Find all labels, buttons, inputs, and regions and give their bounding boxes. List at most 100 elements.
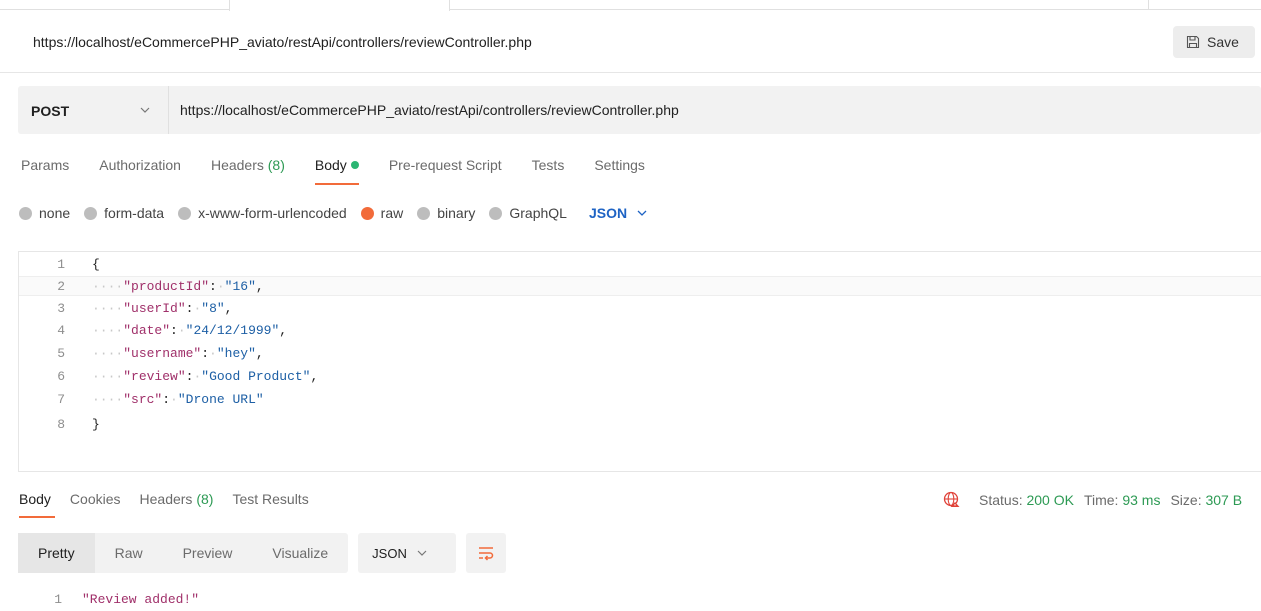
json-key: "src" bbox=[123, 392, 163, 407]
save-button[interactable]: Save bbox=[1173, 26, 1255, 58]
line-number: 2 bbox=[57, 279, 65, 294]
line-number: 5 bbox=[57, 346, 65, 361]
response-tabs: Body Cookies Headers (8) Test Results bbox=[19, 491, 328, 518]
json-value: "hey" bbox=[216, 346, 256, 361]
line-number: 8 bbox=[57, 417, 65, 432]
response-toolbar: Pretty Raw Preview Visualize JSON bbox=[18, 533, 507, 573]
status-label: Status: bbox=[979, 492, 1023, 508]
response-status: Status: 200 OK Time: 93 ms Size: 307 B bbox=[943, 491, 1252, 509]
response-tab-body[interactable]: Body bbox=[19, 491, 55, 518]
tab-settings[interactable]: Settings bbox=[594, 157, 645, 173]
line-number: 1 bbox=[57, 257, 65, 272]
raw-format-select[interactable]: JSON bbox=[589, 205, 647, 221]
chevron-down-icon bbox=[417, 550, 427, 556]
radio-graphql[interactable]: GraphQL bbox=[489, 205, 567, 221]
code-line: 3 ····"userId":·"8", bbox=[19, 299, 1261, 319]
chevron-down-icon[interactable] bbox=[140, 106, 150, 114]
raw-format-label: JSON bbox=[588, 205, 628, 221]
response-tab-cookies[interactable]: Cookies bbox=[70, 491, 121, 507]
code-open-brace: { bbox=[92, 257, 100, 272]
request-name[interactable]: https://localhost/eCommercePHP_aviato/re… bbox=[33, 34, 532, 50]
radio-circle bbox=[489, 206, 503, 220]
save-button-label: Save bbox=[1207, 34, 1239, 50]
url-bar: POST https://localhost/eCommercePHP_avia… bbox=[18, 86, 1261, 134]
json-key: "date" bbox=[123, 323, 171, 338]
radio-circle bbox=[417, 206, 431, 220]
save-icon bbox=[1186, 35, 1200, 49]
radio-form-data-label: form-data bbox=[104, 205, 165, 221]
radio-binary[interactable]: binary bbox=[417, 205, 475, 221]
status-code: Status: 200 OK bbox=[979, 492, 1074, 508]
code-line: 1 { bbox=[19, 255, 1261, 275]
network-globe-icon[interactable] bbox=[943, 491, 961, 509]
status-value: 200 OK bbox=[1026, 492, 1074, 508]
wrap-lines-icon bbox=[479, 547, 494, 561]
radio-raw-label: raw bbox=[380, 205, 404, 221]
tab-pre-request-script[interactable]: Pre-request Script bbox=[389, 157, 502, 173]
radio-circle bbox=[84, 206, 98, 220]
radio-circle bbox=[19, 206, 32, 220]
line-number: 3 bbox=[57, 301, 65, 316]
json-comma: , bbox=[310, 369, 319, 384]
method-select[interactable]: POST bbox=[31, 103, 69, 119]
tab-body-label: Body bbox=[314, 157, 347, 173]
view-raw[interactable]: Raw bbox=[95, 533, 163, 573]
tab-tests[interactable]: Tests bbox=[532, 157, 565, 173]
request-tab-strip bbox=[0, 0, 1261, 11]
radio-circle bbox=[178, 206, 192, 220]
view-preview[interactable]: Preview bbox=[163, 533, 253, 573]
tab-body[interactable]: Body bbox=[314, 157, 359, 185]
radio-urlencoded[interactable]: x-www-form-urlencoded bbox=[178, 205, 347, 221]
method-separator bbox=[168, 86, 169, 134]
line-number: 7 bbox=[57, 392, 65, 407]
radio-graphql-label: GraphQL bbox=[509, 205, 567, 221]
json-comma: , bbox=[255, 346, 264, 361]
url-input[interactable]: https://localhost/eCommercePHP_aviato/re… bbox=[180, 102, 679, 118]
response-format-label: JSON bbox=[372, 545, 407, 561]
radio-none[interactable]: none bbox=[19, 205, 70, 221]
json-comma: , bbox=[255, 279, 264, 294]
request-tabs: Params Authorization Headers (8) Body Pr… bbox=[21, 157, 675, 185]
radio-form-data[interactable]: form-data bbox=[84, 205, 164, 221]
code-line: 5 ····"username":·"hey", bbox=[19, 344, 1261, 364]
tab-headers-label: Headers bbox=[210, 157, 264, 173]
json-key: "username" bbox=[123, 346, 202, 361]
response-time: Time: 93 ms bbox=[1084, 492, 1161, 508]
response-tab-test-results[interactable]: Test Results bbox=[232, 491, 308, 507]
json-value: "8" bbox=[201, 301, 225, 316]
line-number: 1 bbox=[54, 592, 62, 607]
header-divider bbox=[0, 72, 1261, 73]
response-body-text: "Review added!" bbox=[82, 592, 200, 607]
radio-binary-label: binary bbox=[437, 205, 476, 221]
radio-raw[interactable]: raw bbox=[360, 205, 404, 221]
json-value: "Good Product" bbox=[201, 369, 311, 384]
code-line: 8 } bbox=[19, 415, 1261, 435]
tab-params[interactable]: Params bbox=[21, 157, 69, 173]
code-close-brace: } bbox=[92, 417, 100, 432]
json-key: "userId" bbox=[123, 301, 186, 316]
json-comma: , bbox=[279, 323, 288, 338]
modified-dot-icon bbox=[350, 161, 359, 169]
view-visualize[interactable]: Visualize bbox=[252, 533, 348, 573]
response-tab-headers[interactable]: Headers (8) bbox=[140, 491, 214, 507]
json-value: "24/12/1999" bbox=[185, 323, 280, 338]
body-editor[interactable]: 1 { 2 ····"productId":·"16", 3 ····"user… bbox=[18, 251, 1261, 472]
body-mode-selector: none form-data x-www-form-urlencoded raw… bbox=[19, 205, 647, 221]
view-pretty[interactable]: Pretty bbox=[18, 533, 95, 573]
json-value: "16" bbox=[224, 279, 256, 294]
code-line: 6 ····"review":·"Good Product", bbox=[19, 367, 1261, 387]
code-line: 7 ····"src":·"Drone URL" bbox=[19, 390, 1261, 410]
tab-headers[interactable]: Headers (8) bbox=[211, 157, 285, 173]
tab-headers-count: (8) bbox=[267, 157, 285, 173]
time-value: 93 ms bbox=[1122, 492, 1161, 508]
tab-authorization[interactable]: Authorization bbox=[99, 157, 181, 173]
response-size: Size: 307 B bbox=[1170, 492, 1242, 508]
response-format-select[interactable]: JSON bbox=[358, 533, 457, 573]
json-key: "review" bbox=[123, 369, 186, 384]
json-key: "productId" bbox=[123, 279, 210, 294]
active-request-tab[interactable] bbox=[229, 0, 450, 11]
radio-none-label: none bbox=[39, 205, 71, 221]
code-line: 2 ····"productId":·"16", bbox=[19, 276, 1261, 296]
tab-separator bbox=[1148, 0, 1149, 10]
wrap-lines-button[interactable] bbox=[466, 533, 507, 573]
